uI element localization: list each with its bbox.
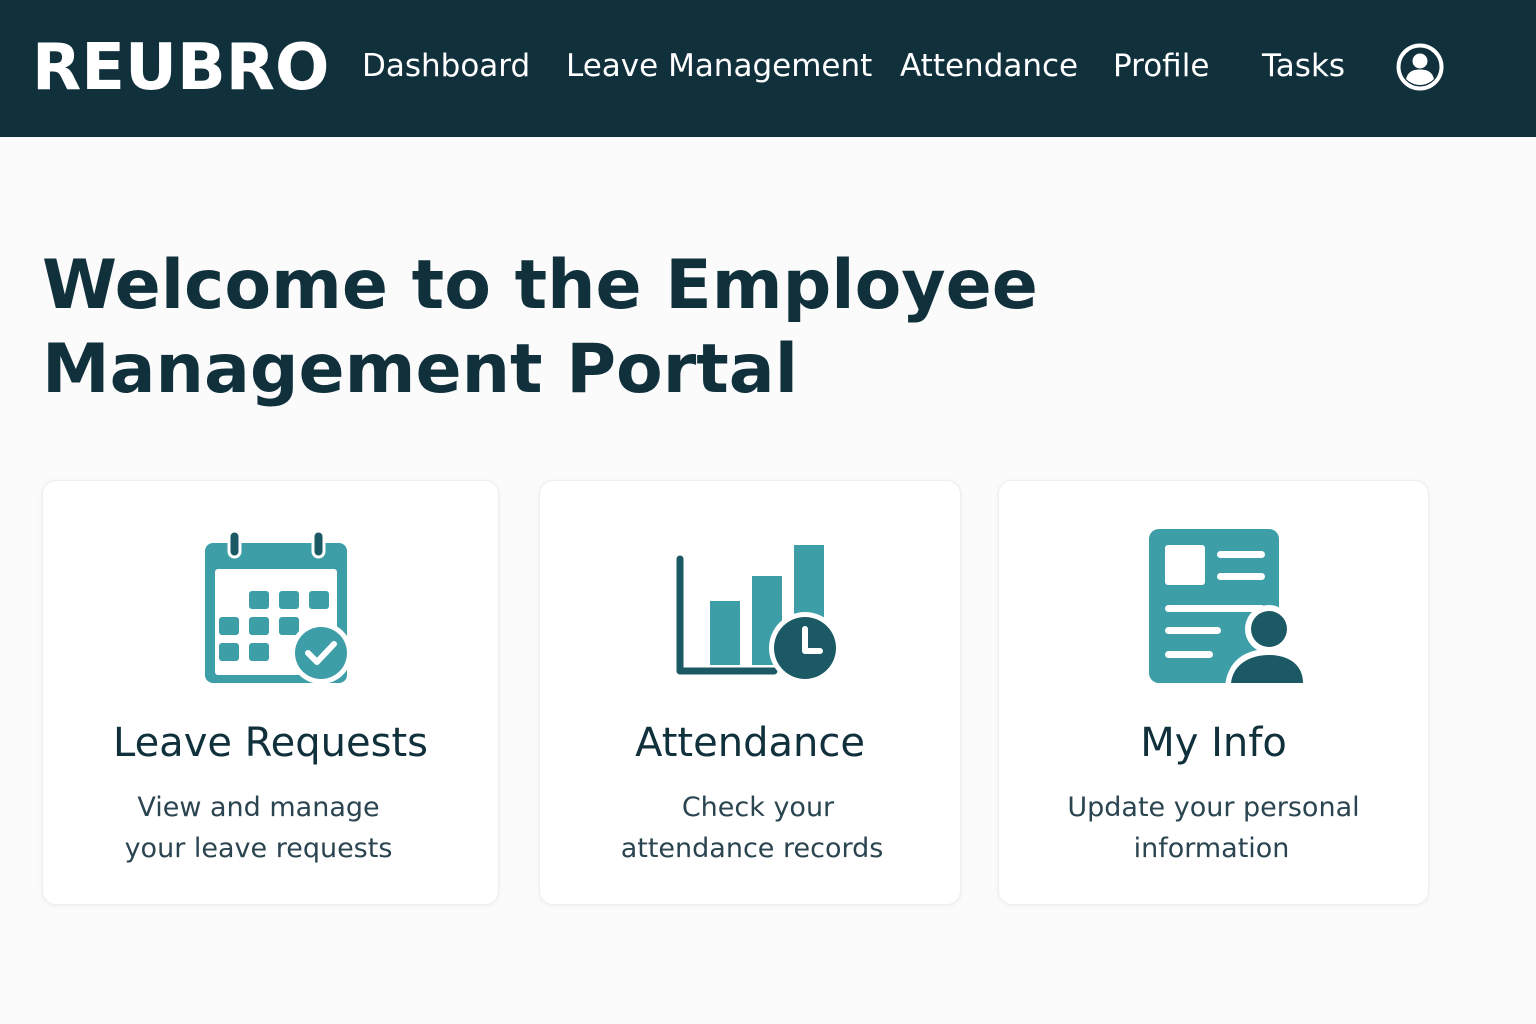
nav-link-profile[interactable]: Profile	[1113, 46, 1209, 86]
card-my-info[interactable]: My Info Update your personal information	[998, 480, 1429, 905]
card-description-line-2: your leave requests	[124, 833, 393, 864]
card-description-line-2: attendance records	[620, 833, 884, 864]
calendar-check-icon	[205, 529, 352, 684]
top-navbar: REUBRO Dashboard Leave Management Attend…	[0, 0, 1536, 137]
page-title-line-1: Welcome to the Employee	[42, 246, 1038, 325]
card-description-line-2: information	[1133, 833, 1290, 864]
card-title: Leave Requests	[112, 720, 429, 766]
page-title-line-2: Management Portal	[42, 330, 799, 409]
nav-link-attendance[interactable]: Attendance	[900, 46, 1078, 86]
nav-link-tasks[interactable]: Tasks	[1262, 46, 1345, 86]
nav-link-leave-management[interactable]: Leave Management	[566, 46, 872, 86]
chart-clock-icon	[676, 545, 840, 683]
card-attendance[interactable]: Attendance Check your attendance records	[539, 480, 961, 905]
page-title: Welcome to the Employee Management Porta…	[42, 244, 1042, 412]
id-card-user-icon	[1149, 529, 1305, 687]
card-description-line-1: Update your personal	[1067, 792, 1360, 823]
user-account-button[interactable]	[1395, 42, 1445, 92]
brand-logo[interactable]: REUBRO	[32, 30, 329, 106]
card-description-line-1: Check your	[681, 792, 835, 823]
user-circle-icon	[1396, 43, 1444, 91]
card-description-line-1: View and manage	[137, 792, 380, 823]
card-title: Attendance	[635, 720, 865, 766]
card-leave-requests[interactable]: Leave Requests View and manage your leav…	[42, 480, 499, 905]
nav-link-dashboard[interactable]: Dashboard	[362, 46, 530, 86]
card-title: My Info	[1140, 720, 1287, 766]
